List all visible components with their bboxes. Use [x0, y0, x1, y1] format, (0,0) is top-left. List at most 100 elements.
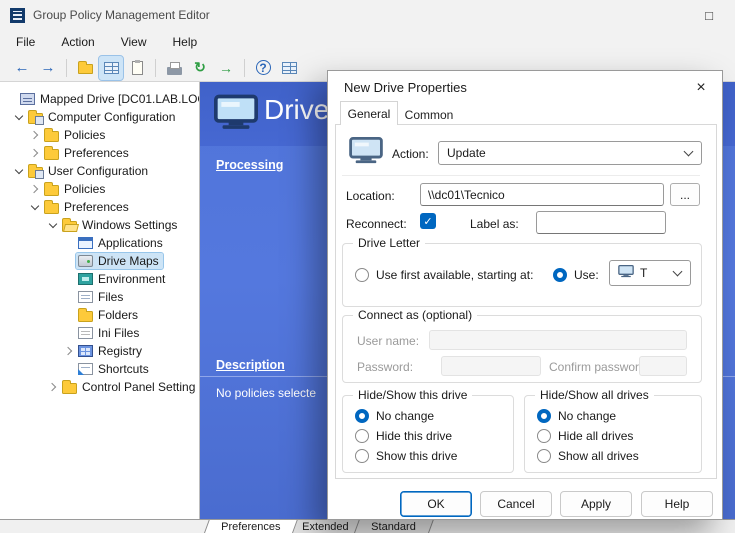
print-button[interactable] [162, 56, 186, 80]
forward-button[interactable]: → [36, 56, 60, 80]
drive-small-icon [618, 265, 634, 281]
tree-item-computer-configuration[interactable]: Computer Configuration [0, 108, 199, 126]
all-no-change-radio[interactable]: No change [537, 409, 616, 423]
this-no-change-radio[interactable]: No change [355, 409, 434, 423]
tree-item-folders[interactable]: Folders [0, 306, 199, 324]
refresh-icon: ↻ [194, 59, 206, 76]
radio-on-icon [553, 268, 567, 282]
folder-icon [44, 131, 59, 142]
up-one-level-button[interactable] [73, 56, 97, 80]
folder-icon [78, 311, 93, 322]
tree-item-registry[interactable]: Registry [0, 342, 199, 360]
menu-action[interactable]: Action [48, 30, 107, 54]
chevron-down-icon[interactable] [12, 164, 26, 178]
tree-item-ini-files[interactable]: Ini Files [0, 324, 199, 342]
maximize-button[interactable]: □ [697, 3, 721, 27]
radio-on-icon [355, 409, 369, 423]
cancel-button[interactable]: Cancel [480, 491, 552, 517]
drive-icon [78, 255, 93, 267]
refresh-button[interactable]: ↻ [188, 56, 212, 80]
tree-item-user-configuration[interactable]: User Configuration [0, 162, 199, 180]
export-arrow-icon: → [219, 60, 233, 76]
tree-item-policies[interactable]: Policies [0, 180, 199, 198]
close-icon[interactable]: × [688, 76, 714, 100]
use-drive-radio[interactable]: Use: [553, 268, 599, 282]
gpo-icon [20, 93, 35, 105]
back-button[interactable]: ← [10, 56, 34, 80]
description-link[interactable]: Description [216, 358, 285, 372]
shortcuts-icon [78, 363, 93, 375]
label-as-label: Label as: [470, 217, 519, 231]
user-name-label: User name: [357, 334, 419, 348]
clipboard-icon [132, 61, 143, 75]
ini-files-icon [78, 327, 93, 339]
show-all-drives-radio[interactable]: Show all drives [537, 449, 639, 463]
toolbar-separator [244, 59, 245, 77]
chevron-right-icon[interactable] [46, 380, 60, 394]
console-tree-icon [104, 62, 119, 74]
menu-file[interactable]: File [0, 30, 48, 54]
menu-help[interactable]: Help [160, 30, 211, 54]
tab-common[interactable]: Common [400, 104, 458, 125]
hide-all-legend: Hide/Show all drives [535, 388, 654, 402]
reconnect-label: Reconnect: [346, 217, 407, 231]
chevron-right-icon[interactable] [28, 182, 42, 196]
help-button[interactable]: Help [641, 491, 713, 517]
properties-button[interactable] [125, 56, 149, 80]
tree-item-shortcuts[interactable]: Shortcuts [0, 360, 199, 378]
hide-show-this-drive-group: Hide/Show this drive No change Hide this… [342, 395, 514, 473]
chevron-down-icon[interactable] [46, 218, 60, 232]
password-input [441, 356, 541, 376]
show-console-tree-button[interactable] [99, 56, 123, 80]
show-this-drive-radio[interactable]: Show this drive [355, 449, 457, 463]
processing-link[interactable]: Processing [216, 158, 283, 172]
tab-general[interactable]: General [340, 101, 398, 125]
chevron-down-icon[interactable] [12, 110, 26, 124]
help-button[interactable]: ? [251, 56, 275, 80]
browse-button[interactable]: ... [670, 183, 700, 206]
chevron-down-icon[interactable] [28, 200, 42, 214]
confirm-password-input [639, 356, 687, 376]
ok-button[interactable]: OK [400, 491, 472, 517]
tab-standard[interactable]: Standard [353, 520, 433, 533]
tab-preferences[interactable]: Preferences [203, 520, 298, 533]
action-label: Action: [392, 147, 429, 161]
tree-label: Control Panel Setting [82, 380, 195, 394]
use-first-available-radio[interactable]: Use first available, starting at: [355, 268, 533, 282]
tree-item-preferences[interactable]: Preferences [0, 144, 199, 162]
tree-item-environment[interactable]: Environment [0, 270, 199, 288]
tree-item-policies[interactable]: Policies [0, 126, 199, 144]
tree-item-windows-settings[interactable]: Windows Settings [0, 216, 199, 234]
tree-label: Policies [64, 128, 105, 142]
tree-label: Policies [64, 182, 105, 196]
tree-item-gpo-root[interactable]: Mapped Drive [DC01.LAB.LOCA [0, 90, 199, 108]
tree-item-preferences[interactable]: Preferences [0, 198, 199, 216]
menu-view[interactable]: View [108, 30, 160, 54]
toolbar-separator [66, 59, 67, 77]
tree-label: Windows Settings [82, 218, 177, 232]
hide-all-drives-radio[interactable]: Hide all drives [537, 429, 633, 443]
location-input[interactable]: \\dc01\Tecnico [420, 183, 664, 206]
action-dropdown[interactable]: Update [438, 141, 702, 165]
tree-item-control-panel-settings[interactable]: Control Panel Setting [0, 378, 199, 396]
tree-item-drive-maps[interactable]: Drive Maps [0, 252, 199, 270]
drive-maps-header-icon [214, 94, 258, 135]
menu-bar: File Action View Help [0, 30, 735, 54]
chevron-right-icon[interactable] [62, 344, 76, 358]
tree-item-files[interactable]: Files [0, 288, 199, 306]
hide-this-drive-radio[interactable]: Hide this drive [355, 429, 452, 443]
chevron-right-icon[interactable] [28, 128, 42, 142]
dialog-title: New Drive Properties [344, 80, 467, 95]
chevron-right-icon[interactable] [28, 146, 42, 160]
tree-label: Environment [98, 272, 165, 286]
tree-item-applications[interactable]: Applications [0, 234, 199, 252]
tree-label: Preferences [64, 146, 129, 160]
export-list-button[interactable]: → [214, 56, 238, 80]
label-as-input[interactable] [536, 211, 666, 234]
view-menu-button[interactable] [277, 56, 301, 80]
reconnect-checkbox[interactable] [420, 213, 436, 229]
back-arrow-icon: ← [15, 59, 30, 76]
apply-button[interactable]: Apply [560, 491, 632, 517]
drive-letter-dropdown[interactable]: T [609, 260, 691, 286]
tree-label: Preferences [64, 200, 129, 214]
